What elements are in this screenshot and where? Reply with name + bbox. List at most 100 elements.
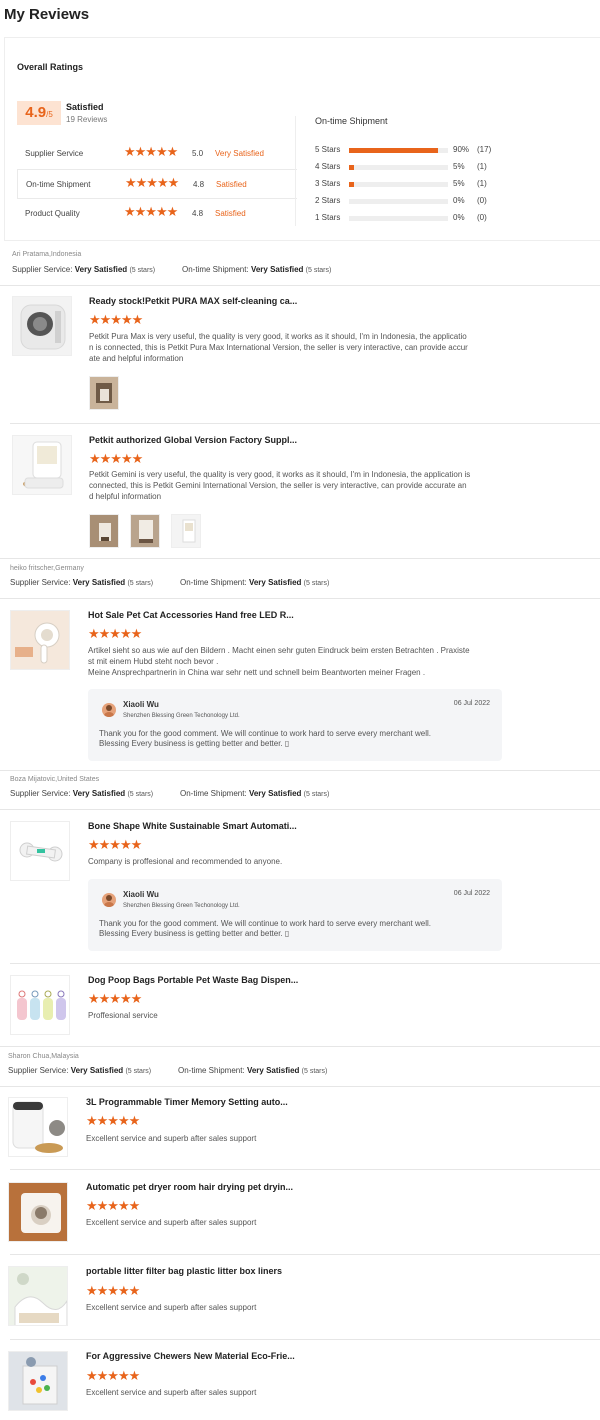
product-thumbnail[interactable] [12,435,72,495]
reply-text-line: Thank you for the good comment. We will … [99,729,432,738]
supplier-service-label: Supplier Service: [8,1066,69,1075]
review-photo-image [90,377,118,409]
reviewer-ratings: Supplier Service: Very Satisfied (5 star… [8,1066,151,1075]
metric-name: On-time Shipment [26,180,91,189]
metric-name: Supplier Service [25,149,84,158]
litter-bag-image [9,1267,67,1325]
divider [0,285,600,286]
divider [10,1169,600,1170]
supplier-service-stars: (5 stars) [127,791,154,798]
metric-supplier-service: Supplier Service ★★★★★ 5.0 Very Satisfie… [17,139,297,169]
star-rating-icon: ★★★★★ [124,144,178,159]
metric-score: 4.8 [193,180,205,189]
review-text-line: Proffesional service [88,1011,158,1020]
shipment-label: On-time Shipment: [182,265,249,274]
metric-product-quality: Product Quality ★★★★★ 4.8 Satisfied [17,199,297,229]
review-text: Excellent service and superb after sales… [86,1217,486,1228]
supplier-service-stars: (5 stars) [125,1068,152,1075]
review-text-line: Petkit Gemini is very useful, the qualit… [89,470,471,479]
reviewer-shipment-rating: On-time Shipment: Very Satisfied (5 star… [180,789,329,798]
distribution-count: (0) [477,196,487,205]
distribution-row-4: 4 Stars 5% (1) [315,161,515,173]
reply-date: 06 Jul 2022 [453,890,490,897]
review-text-line: d helpful information [89,492,162,501]
review-photo[interactable] [89,376,119,410]
review-photo[interactable] [89,514,119,548]
distribution-label: 1 Stars [315,213,341,222]
reviewer-shipment-rating: On-time Shipment: Very Satisfied (5 star… [182,265,331,274]
product-title[interactable]: Automatic pet dryer room hair drying pet… [86,1182,293,1192]
product-title[interactable]: Dog Poop Bags Portable Pet Waste Bag Dis… [88,975,298,985]
product-title[interactable]: Hot Sale Pet Cat Accessories Hand free L… [88,610,294,620]
review-text-line: Excellent service and superb after sales… [86,1134,257,1143]
product-title[interactable]: portable litter filter bag plastic litte… [86,1266,282,1276]
shipment-label: On-time Shipment: [178,1066,245,1075]
reply-author: Xiaoli Wu [123,890,159,899]
overall-score-badge: 4.9/5 [17,101,61,125]
review-text-line: Meine Ansprechpartnerin in China war seh… [88,668,426,677]
review-text-line: st mit einem Hubd steht noch bevor . [88,657,219,666]
reviewer-shipment-rating: On-time Shipment: Very Satisfied (5 star… [178,1066,327,1075]
review-text-line: Petkit Pura Max is very useful, the qual… [89,332,467,341]
avatar [102,893,116,907]
divider [0,598,600,599]
reply-company: Shenzhen Blessing Green Techonology Ltd. [123,713,240,719]
seller-reply: Xiaoli Wu Shenzhen Blessing Green Techon… [88,879,502,951]
overall-score: 4.9 [25,104,47,121]
distribution-percent: 5% [453,162,465,171]
product-thumbnail[interactable] [8,1182,68,1242]
review-text: Petkit Gemini is very useful, the qualit… [89,469,484,502]
product-title[interactable]: For Aggressive Chewers New Material Eco-… [86,1351,295,1361]
supplier-service-stars: (5 stars) [129,267,156,274]
overall-ratings-panel: Overall Ratings 4.9/5 Satisfied 19 Revie… [4,37,600,241]
reply-text: Thank you for the good comment. We will … [99,729,479,749]
feeder-image [13,436,71,494]
product-thumbnail[interactable] [10,821,70,881]
distribution-label: 4 Stars [315,162,341,171]
overall-label: Satisfied [66,102,104,112]
avatar-icon [104,895,114,907]
timer-feeder-image [9,1098,67,1156]
reply-text: Thank you for the good comment. We will … [99,919,479,939]
shipment-value: Very Satisfied [248,789,302,798]
distribution-bar-fill [349,165,354,170]
product-thumbnail[interactable] [8,1097,68,1157]
product-title[interactable]: Ready stock!Petkit PURA MAX self-cleanin… [89,296,297,306]
distribution-bar [349,182,448,187]
bone-toy-image [11,822,69,880]
product-title[interactable]: Bone Shape White Sustainable Smart Autom… [88,821,297,831]
distribution-bar [349,199,448,204]
product-title[interactable]: 3L Programmable Timer Memory Setting aut… [86,1097,288,1107]
star-rating-icon: ★★★★★ [125,175,179,190]
review-text: Artikel sieht so aus wie auf den Bildern… [88,645,488,678]
distribution-count: (0) [477,213,487,222]
review-text-line: Excellent service and superb after sales… [86,1388,257,1397]
product-thumbnail[interactable] [12,296,72,356]
distribution-bar-fill [349,148,439,153]
reviewer-name: Ari Pratama,Indonesia [12,251,82,258]
product-thumbnail[interactable] [10,610,70,670]
star-rating-icon: ★★★★★ [88,991,142,1006]
divider [0,1046,600,1047]
distribution-percent: 0% [453,196,465,205]
review-photo[interactable] [130,514,160,548]
product-thumbnail[interactable] [10,975,70,1035]
star-rating-icon: ★★★★★ [124,204,178,219]
shipment-stars: (5 stars) [305,267,332,274]
avatar [102,703,116,717]
distribution-label: 2 Stars [315,196,341,205]
overall-ratings-heading: Overall Ratings [17,62,84,72]
distribution-bar [349,148,448,153]
product-thumbnail[interactable] [8,1351,68,1411]
divider [10,1254,600,1255]
review-photo[interactable] [171,514,201,548]
chew-toy-image [9,1352,67,1410]
divider [295,116,296,226]
product-thumbnail[interactable] [8,1266,68,1326]
metric-on-time-shipment[interactable]: On-time Shipment ★★★★★ 4.8 Satisfied [17,169,297,199]
star-rating-icon: ★★★★★ [86,1113,140,1128]
star-rating-icon: ★★★★★ [86,1198,140,1213]
reviewer-name: Boza Mijatovic,United States [10,776,100,783]
distribution-row-3: 3 Stars 5% (1) [315,178,515,190]
product-title[interactable]: Petkit authorized Global Version Factory… [89,435,297,445]
